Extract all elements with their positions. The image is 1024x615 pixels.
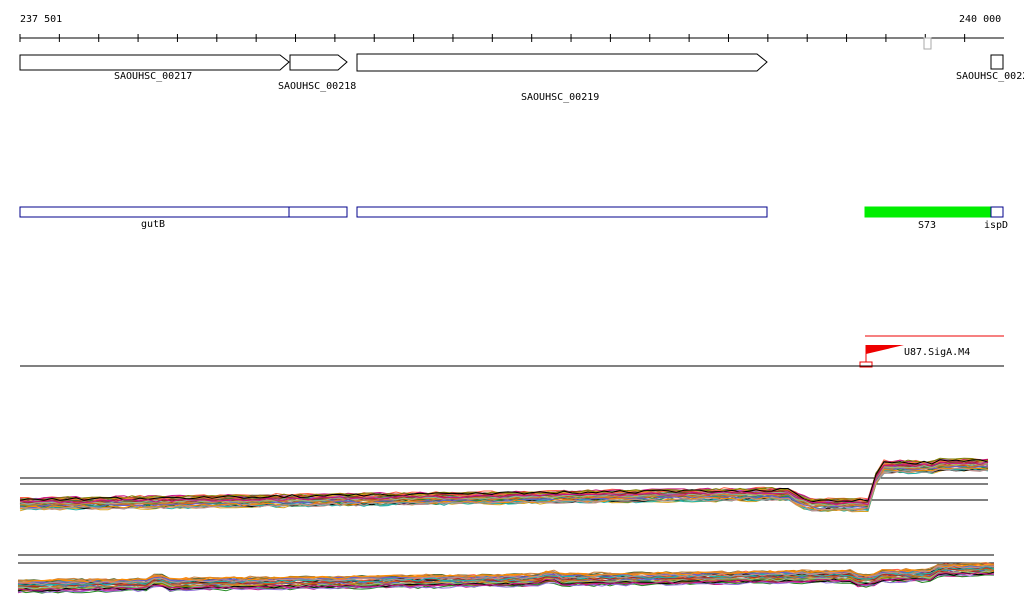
motif-label: U87.SigA.M4 <box>904 347 970 358</box>
gene-label-sagouhsc-0022: SAOUHSC_0022 <box>956 71 1024 82</box>
lower-expression-traces <box>17 554 995 594</box>
genome-browser: 237 501 240 000 SAOUHSC_00217 SAOUHSC_00… <box>0 0 1024 611</box>
annotation-gutb-box[interactable] <box>19 206 290 218</box>
gene-arrow-sagouhsc-00218[interactable] <box>289 54 348 71</box>
annotation-label-s73: S73 <box>918 220 936 231</box>
annotation-label-ispd: ispD <box>984 220 1008 231</box>
motif-flag-icon[interactable] <box>866 345 904 354</box>
gene-label-sagouhsc-00218: SAOUHSC_00218 <box>278 81 356 92</box>
gene-label-sagouhsc-00219: SAOUHSC_00219 <box>521 92 599 103</box>
gene-arrow-sagouhsc-00217[interactable] <box>19 54 290 71</box>
gene-label-sagouhsc-00217: SAOUHSC_00217 <box>114 71 192 82</box>
annotation-label-gutb: gutB <box>141 219 165 230</box>
annotation-ispd-box[interactable] <box>990 206 1004 218</box>
gene-arrow-sagouhsc-0022[interactable] <box>990 54 1004 70</box>
ruler-end-label: 240 000 <box>959 14 1001 25</box>
ruler-start-label: 237 501 <box>20 14 62 25</box>
ruler-marker[interactable] <box>923 37 932 50</box>
genome-view: 237 501 240 000 SAOUHSC_00217 SAOUHSC_00… <box>17 14 1024 594</box>
gene-arrow-sagouhsc-00219[interactable] <box>356 53 768 72</box>
upper-expression-traces <box>19 457 989 513</box>
annotation-s73-box[interactable] <box>864 206 992 218</box>
annotation-box-3[interactable] <box>356 206 768 218</box>
annotation-gutb-box-2[interactable] <box>288 206 348 218</box>
